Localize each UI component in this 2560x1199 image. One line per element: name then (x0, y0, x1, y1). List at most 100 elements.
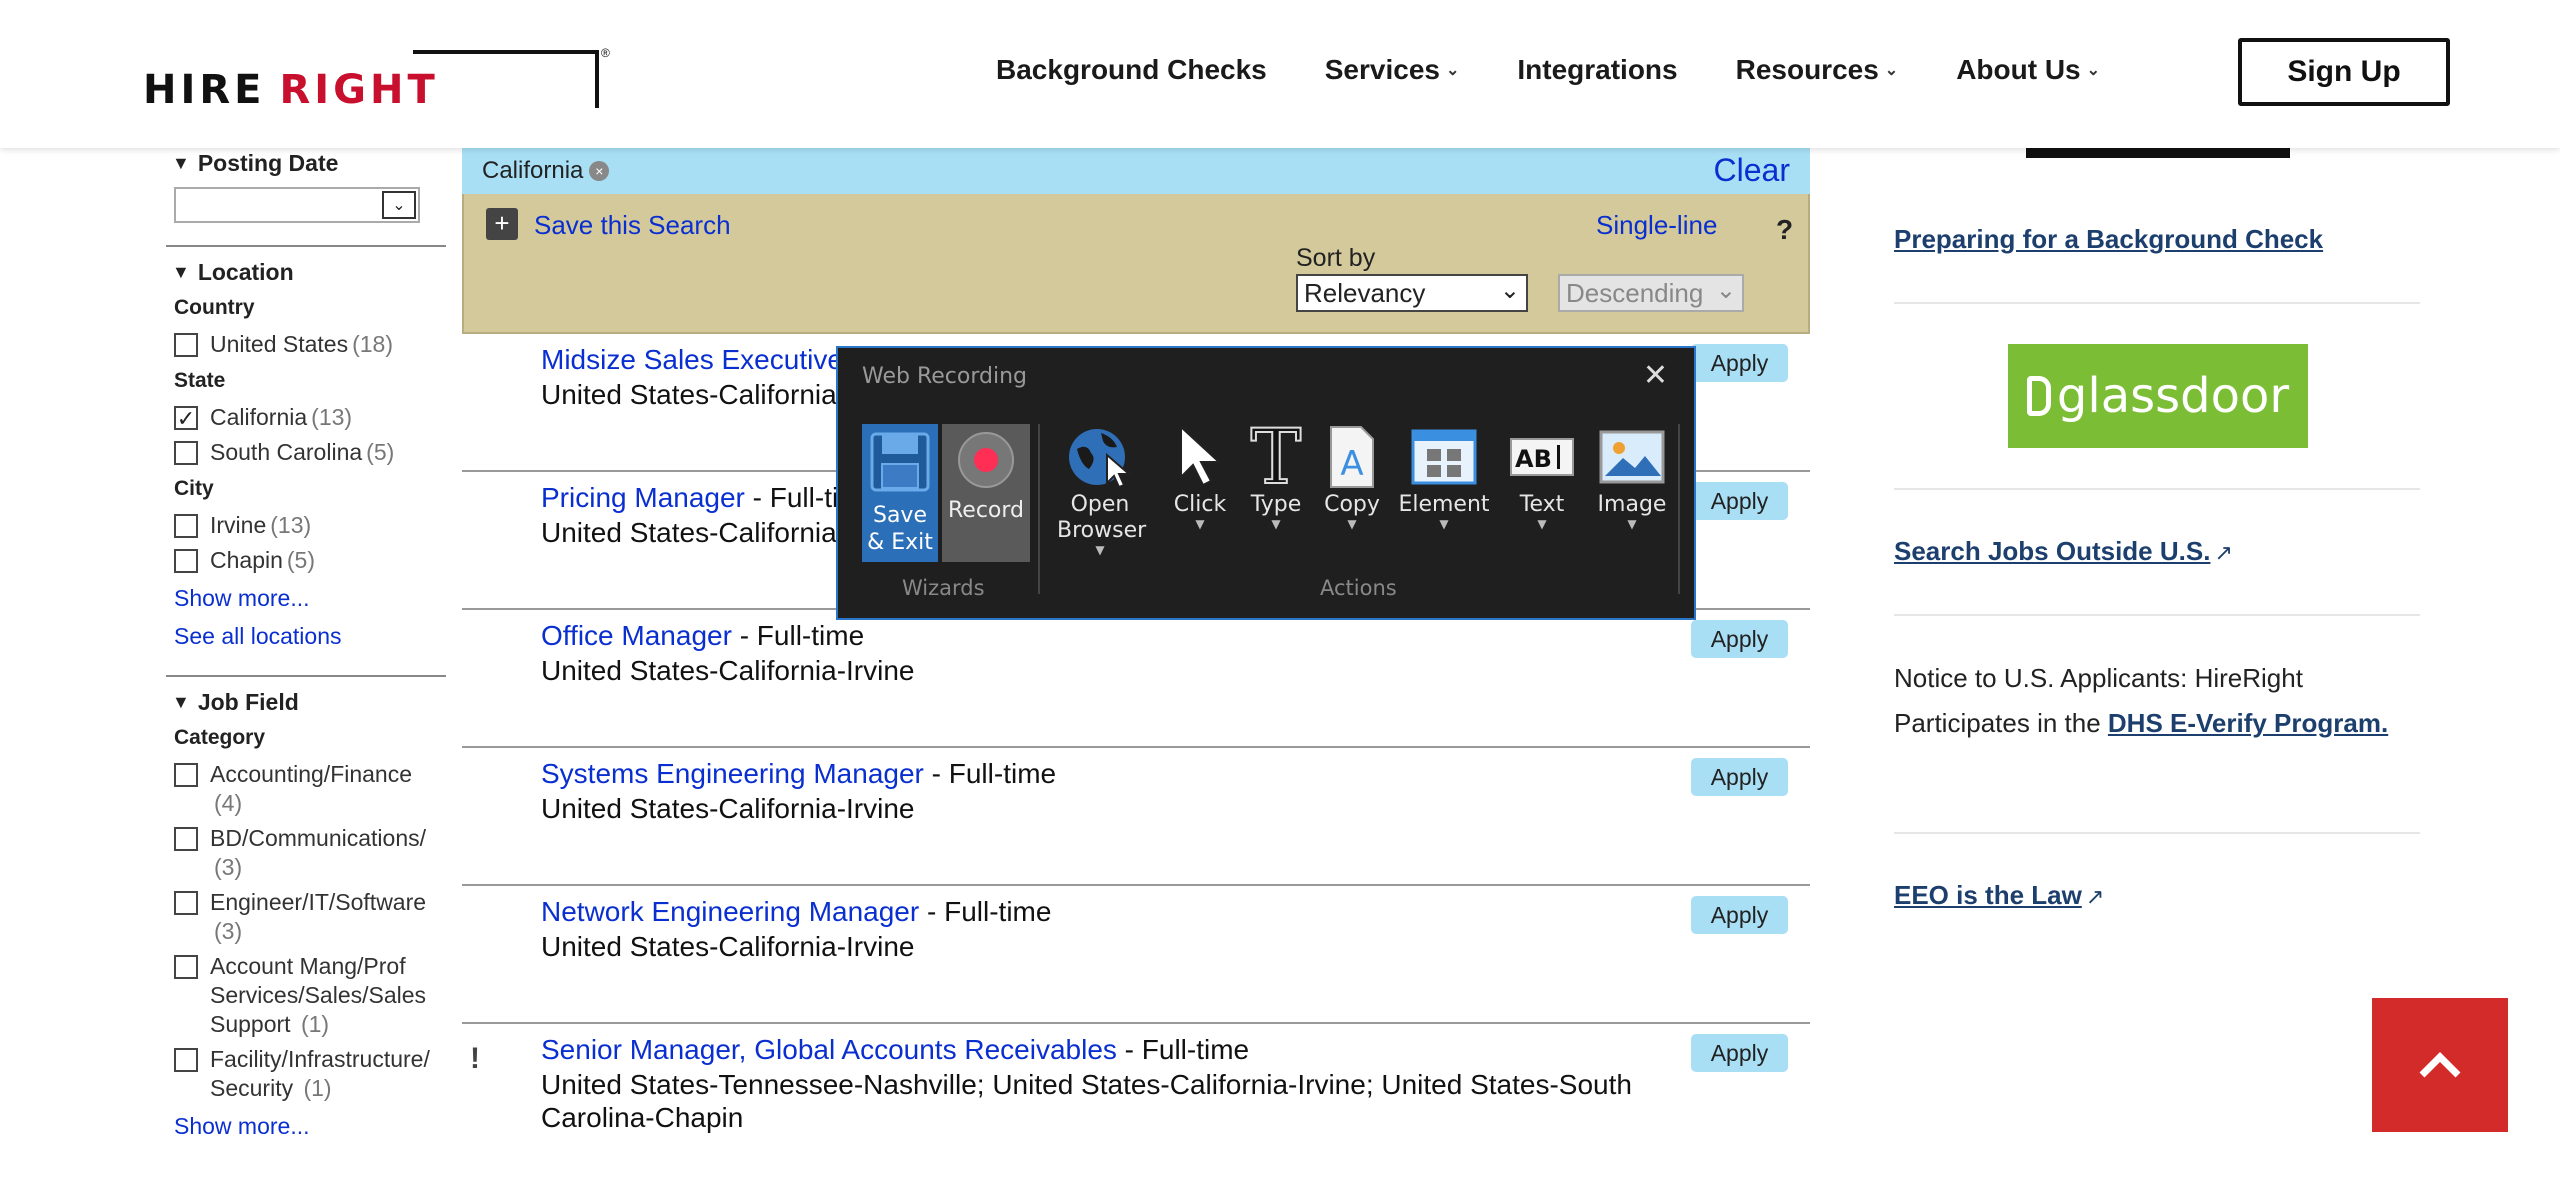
facet-title-label: Posting Date (197, 150, 339, 176)
sort-value: Relevancy (1304, 277, 1426, 308)
nav-resources[interactable]: Resources ⌄ (1736, 54, 1899, 86)
job-location: United States-California-Irvine (541, 931, 915, 962)
collapse-triangle-icon: ▼ (172, 262, 190, 282)
wizards-group-label: Wizards (902, 576, 985, 600)
copy-button[interactable]: A Copy ▼ (1320, 422, 1384, 530)
checkbox[interactable] (174, 1048, 198, 1072)
filter-count: (18) (352, 331, 393, 357)
job-title-link[interactable]: Midsize Sales Executive (541, 344, 843, 375)
facet-divider (166, 245, 446, 247)
apply-button[interactable]: Apply (1691, 896, 1788, 934)
apply-button[interactable]: Apply (1691, 344, 1788, 382)
filter-category-facility[interactable]: Facility/Infrastructure/ Security (1) (166, 1045, 446, 1103)
checkbox[interactable] (174, 333, 198, 357)
click-label: Click (1173, 492, 1227, 517)
collapse-triangle-icon: ▼ (172, 692, 190, 712)
filter-count: (13) (311, 404, 353, 430)
glassdoor-badge[interactable]: glassdoor (2008, 344, 2308, 448)
clear-filters-link[interactable]: Clear (1714, 152, 1790, 189)
collapse-triangle-icon: ▼ (172, 153, 190, 173)
filter-category-account-mang[interactable]: Account Mang/Prof Services/Sales/Sales S… (166, 952, 446, 1039)
logo-bracket-graphic (413, 50, 599, 108)
element-button[interactable]: Element ▼ (1396, 422, 1492, 530)
country-label: Country (174, 296, 255, 319)
filter-category-engineer-it[interactable]: Engineer/IT/Software (3) (166, 888, 446, 946)
filter-category-bd-communications[interactable]: BD/Communications/ (3) (166, 824, 446, 882)
posting-date-select[interactable]: ⌄ (174, 187, 420, 223)
active-filters-bar: California × Clear (462, 148, 1810, 194)
facet-location[interactable]: ▼ Location (166, 259, 446, 286)
remove-filter-icon[interactable]: × (589, 161, 610, 181)
sign-up-button[interactable]: Sign Up (2238, 38, 2450, 106)
logo-hire-text: HIRE (143, 67, 266, 113)
job-title-link[interactable]: Network Engineering Manager (541, 896, 919, 927)
save-exit-button[interactable]: Save & Exit (862, 424, 938, 562)
filter-country-united-states[interactable]: United States (18) (166, 330, 446, 359)
apply-button[interactable]: Apply (1691, 758, 1788, 796)
open-browser-button[interactable]: Open Browser ▼ (1052, 422, 1148, 556)
location-show-more-link[interactable]: Show more... (166, 585, 446, 615)
sort-order-select[interactable]: Descending ⌄ (1558, 274, 1744, 312)
filter-state-california[interactable]: ✓ California (13) (166, 403, 446, 432)
sort-by-select[interactable]: Relevancy ⌄ (1296, 274, 1528, 312)
filter-chip-label: California (482, 157, 584, 184)
checkbox[interactable] (174, 441, 198, 465)
eeo-is-the-law-link[interactable]: EEO is the Law (1894, 880, 2082, 910)
nav-background-checks[interactable]: Background Checks (996, 54, 1267, 86)
image-button[interactable]: Image ▼ (1590, 422, 1674, 530)
filter-state-south-carolina[interactable]: South Carolina (5) (166, 438, 446, 467)
city-label: City (174, 477, 214, 500)
save-search-link[interactable]: Save this Search (534, 210, 731, 241)
type-button[interactable]: T Type ▼ (1244, 418, 1308, 531)
everify-link[interactable]: DHS E-Verify Program. (2108, 708, 2388, 738)
facet-posting-date[interactable]: ▼ Posting Date (166, 150, 446, 177)
single-line-view-link[interactable]: Single-line (1596, 210, 1717, 241)
checkbox[interactable] (174, 514, 198, 538)
job-title-link[interactable]: Systems Engineering Manager (541, 758, 924, 789)
checkbox[interactable] (174, 827, 198, 851)
checkbox[interactable] (174, 955, 198, 979)
apply-button[interactable]: Apply (1691, 1034, 1788, 1072)
close-icon[interactable]: ✕ (1643, 358, 1668, 393)
category-label: Category (174, 726, 266, 749)
back-to-top-button[interactable] (2372, 998, 2508, 1132)
job-title-link[interactable]: Office Manager (541, 620, 732, 651)
nav-integrations[interactable]: Integrations (1517, 54, 1677, 86)
divider (1894, 302, 2420, 304)
apply-button[interactable]: Apply (1691, 620, 1788, 658)
see-all-locations-link[interactable]: See all locations (166, 623, 446, 653)
nav-services[interactable]: Services ⌄ (1325, 54, 1460, 86)
sort-by-label: Sort by (1296, 244, 1376, 272)
job-title-link[interactable]: Senior Manager, Global Accounts Receivab… (541, 1034, 1117, 1065)
job-field-show-more-link[interactable]: Show more... (166, 1113, 446, 1143)
checkbox[interactable] (174, 891, 198, 915)
filter-label: South Carolina (210, 439, 363, 465)
filter-category-accounting[interactable]: Accounting/Finance (4) (166, 760, 446, 818)
logo-registered-mark: ® (601, 46, 610, 60)
apply-button[interactable]: Apply (1691, 482, 1788, 520)
hireright-logo[interactable]: HIRE RIGHT ® (143, 46, 610, 113)
facet-job-field[interactable]: ▼ Job Field (166, 689, 446, 716)
divider (1894, 488, 2420, 490)
web-recording-panel: Web Recording ✕ Save & Exit Record Wizar… (836, 346, 1696, 620)
text-button[interactable]: AB Text ▼ (1504, 422, 1580, 530)
group-separator (1678, 424, 1680, 594)
preparing-background-check-link[interactable]: Preparing for a Background Check (1894, 224, 2323, 255)
checkbox-checked[interactable]: ✓ (174, 406, 198, 431)
state-label: State (174, 369, 226, 392)
click-button[interactable]: Click ▼ (1168, 422, 1232, 530)
filter-city-chapin[interactable]: Chapin (5) (166, 546, 446, 575)
search-outside-us-link[interactable]: Search Jobs Outside U.S. (1894, 536, 2210, 566)
nav-about-us[interactable]: About Us ⌄ (1956, 54, 2100, 86)
filter-city-irvine[interactable]: Irvine (13) (166, 511, 446, 540)
facet-divider (166, 675, 446, 677)
plus-icon[interactable]: + (486, 208, 518, 240)
record-button[interactable]: Record (942, 424, 1030, 562)
help-icon[interactable]: ? (1776, 214, 1793, 246)
job-type: - Full-time (731, 620, 865, 651)
job-title-link[interactable]: Pricing Manager (541, 482, 745, 513)
checkbox[interactable] (174, 763, 198, 787)
chevron-down-icon[interactable]: ⌄ (382, 191, 416, 219)
text-label: Text (1519, 492, 1565, 517)
checkbox[interactable] (174, 549, 198, 573)
